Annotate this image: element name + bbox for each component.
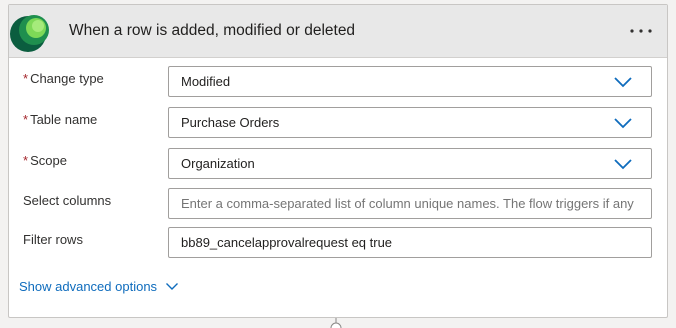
flow-connector-icon xyxy=(330,318,342,328)
table-name-value: Purchase Orders xyxy=(181,115,280,130)
show-advanced-options-link[interactable]: Show advanced options xyxy=(19,275,179,297)
more-options-button[interactable] xyxy=(623,19,659,43)
select-columns-row: Select columns xyxy=(9,188,667,220)
table-name-row: * Table name Purchase Orders xyxy=(9,107,667,139)
change-type-dropdown[interactable]: Modified xyxy=(168,66,652,97)
scope-dropdown[interactable]: Organization xyxy=(168,148,652,179)
change-type-label: * Change type xyxy=(23,66,104,98)
card-header[interactable]: When a row is added, modified or deleted xyxy=(9,5,667,58)
show-advanced-options-label: Show advanced options xyxy=(19,278,158,294)
chevron-down-icon xyxy=(166,283,179,290)
change-type-value: Modified xyxy=(181,74,231,89)
chevron-down-icon xyxy=(614,118,632,129)
change-type-label-text: Change type xyxy=(30,71,104,86)
table-name-dropdown[interactable]: Purchase Orders xyxy=(168,107,652,138)
trigger-card: When a row is added, modified or deleted… xyxy=(8,4,668,318)
change-type-row: * Change type Modified xyxy=(9,66,667,98)
required-marker: * xyxy=(23,71,29,86)
select-columns-label: Select columns xyxy=(23,193,112,208)
scope-row: * Scope Organization xyxy=(9,148,667,180)
scope-label: * Scope xyxy=(23,148,67,180)
scope-value: Organization xyxy=(181,156,255,171)
filter-rows-row: Filter rows xyxy=(9,227,667,259)
filter-rows-label: Filter rows xyxy=(23,232,83,247)
table-name-label-text: Table name xyxy=(30,112,98,127)
chevron-down-icon xyxy=(614,77,632,88)
chevron-down-icon xyxy=(614,159,632,170)
filter-rows-input[interactable] xyxy=(168,227,652,258)
dataverse-logo-icon xyxy=(10,15,49,52)
required-marker: * xyxy=(23,112,29,127)
scope-label-text: Scope xyxy=(30,153,67,168)
trigger-title: When a row is added, modified or deleted xyxy=(69,22,356,39)
ellipsis-icon xyxy=(630,29,652,33)
select-columns-input[interactable] xyxy=(168,188,652,219)
required-marker: * xyxy=(23,153,29,168)
table-name-label: * Table name xyxy=(23,107,97,139)
